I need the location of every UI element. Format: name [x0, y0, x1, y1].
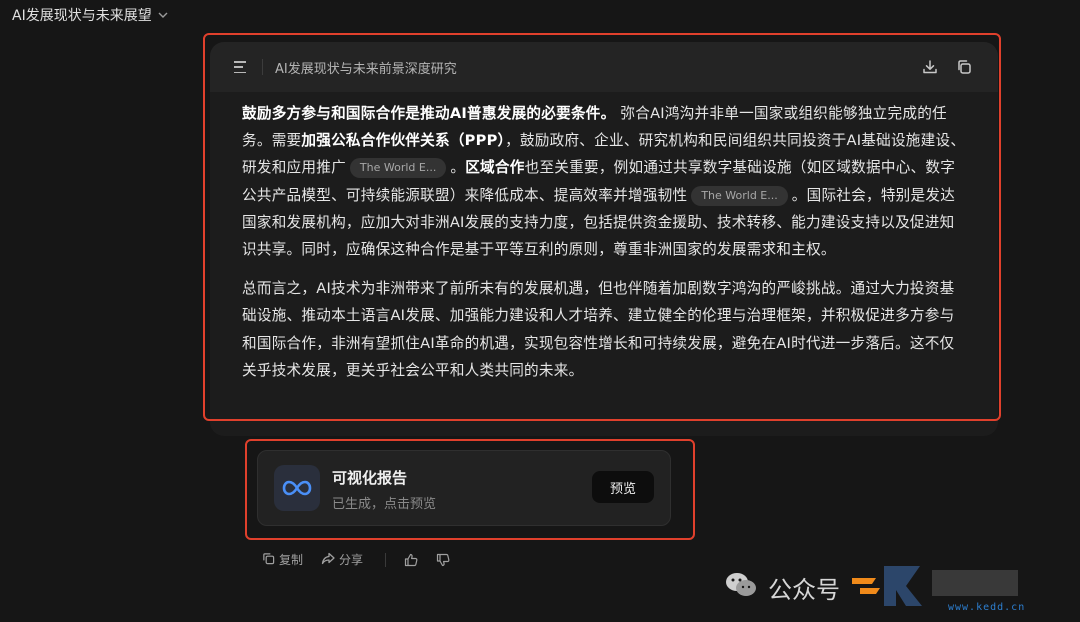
- conversation-title-text: AI发展现状与未来展望: [12, 8, 152, 24]
- bold-text: 加强公私合作伙伴关系（PPP）: [301, 132, 506, 150]
- citation-chip[interactable]: The World E...: [349, 158, 447, 179]
- watermark-text: 公众号: [768, 575, 840, 604]
- header-divider: [262, 59, 263, 75]
- thumbs-up-icon[interactable]: [404, 553, 418, 567]
- watermark-url: www.kedd.cn: [948, 602, 1026, 613]
- preview-button[interactable]: 预览: [592, 471, 654, 503]
- copy-icon[interactable]: [954, 57, 974, 77]
- document-card: AI发展现状与未来前景深度研究 鼓励多方参与和国际合作是推动AI普惠发展的必要条…: [210, 42, 998, 436]
- paragraph-conclusion: 总而言之，AI技术为非洲带来了前所未有的发展机遇，但也伴随着加剧数字鸿沟的严峻挑…: [242, 280, 955, 379]
- outline-menu-icon[interactable]: [234, 61, 248, 73]
- wechat-icon: [724, 571, 758, 603]
- action-divider: [385, 552, 387, 567]
- copy-icon: [262, 552, 275, 568]
- share-icon: [321, 552, 335, 568]
- report-title: 可视化报告: [332, 469, 408, 487]
- bold-text: 区域合作: [465, 159, 525, 177]
- thumbs-down-icon[interactable]: [436, 553, 450, 567]
- copy-button[interactable]: 复制: [262, 551, 303, 568]
- bold-text: 鼓励多方参与和国际合作是推动AI普惠发展的必要条件。: [242, 105, 616, 122]
- body-text: 。: [450, 159, 466, 177]
- visual-report-card[interactable]: 可视化报告 已生成，点击预览 预览: [257, 450, 671, 526]
- copy-label: 复制: [279, 553, 304, 567]
- download-icon[interactable]: [920, 57, 940, 77]
- share-label: 分享: [339, 553, 364, 567]
- document-body: 鼓励多方参与和国际合作是推动AI普惠发展的必要条件。 弥合AI鸿沟并非单一国家或…: [210, 92, 998, 384]
- report-subtitle: 已生成，点击预览: [332, 497, 437, 512]
- paragraph-cooperation: 鼓励多方参与和国际合作是推动AI普惠发展的必要条件。 弥合AI鸿沟并非单一国家或…: [242, 100, 966, 263]
- message-action-bar: 复制 分享: [262, 551, 468, 568]
- conversation-title[interactable]: AI发展现状与未来展望: [12, 5, 168, 25]
- chevron-down-icon[interactable]: [158, 10, 168, 21]
- citation-chip[interactable]: The World E...: [691, 185, 788, 206]
- link-icon: [274, 465, 320, 511]
- document-title: AI发展现状与未来前景深度研究: [275, 61, 457, 77]
- share-button[interactable]: 分享: [321, 551, 363, 568]
- document-header: AI发展现状与未来前景深度研究: [210, 42, 998, 92]
